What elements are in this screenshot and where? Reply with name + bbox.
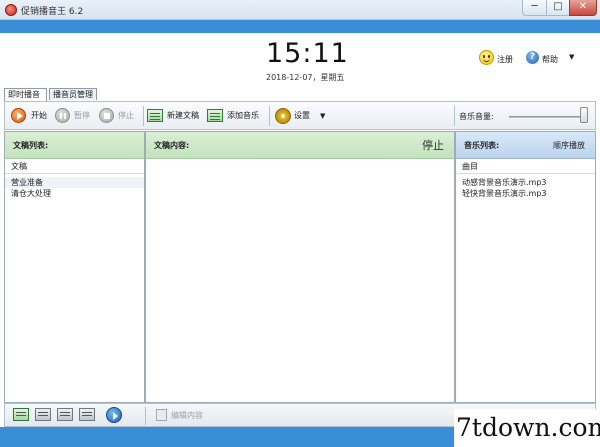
music-list-item[interactable]: 动感背景音乐演示.mp3 (456, 177, 595, 188)
add-music-label: 添加音乐 (227, 111, 259, 120)
doc-content-title: 文稿内容: (154, 141, 190, 150)
doc-list-item[interactable]: 营业准备 (5, 177, 144, 188)
doc-content-panel: 文稿内容: 停止 (145, 131, 455, 403)
clock-time: 15:11 (266, 38, 349, 69)
bottom-divider (145, 407, 146, 425)
add-music-icon (207, 109, 223, 122)
tab-live-broadcast[interactable]: 即时播音 (4, 88, 47, 101)
help-button[interactable]: 帮助 (542, 54, 558, 65)
music-column-header[interactable]: 曲目 (456, 160, 595, 174)
window-title: 促销播音王 6.2 (21, 7, 84, 17)
doc-list-panel: 文稿列表: 文稿 营业准备 清仓大处理 (4, 131, 145, 403)
settings-label: 设置 (294, 111, 310, 120)
stop-label: 停止 (118, 111, 134, 120)
help-icon[interactable]: ? (526, 51, 539, 64)
stop-icon (99, 108, 114, 123)
top-accent-bar (0, 20, 600, 33)
play-mode-selector[interactable]: 顺序播放 (553, 132, 585, 159)
header: 15:11 2018-12-07，星期五 注册 ? 帮助 ▼ (4, 33, 596, 88)
new-doc-button[interactable]: 新建文稿 (147, 108, 207, 124)
minimize-button[interactable]: ─ (522, 0, 547, 16)
toolbar: 开始 暂停 停止 新建文稿 添加音乐 设置 ▼ 音乐音量: (4, 101, 596, 130)
close-button[interactable]: ✕ (569, 0, 597, 16)
delete-doc-icon[interactable] (57, 408, 73, 421)
volume-slider-thumb[interactable] (580, 107, 588, 123)
register-button[interactable]: 注册 (497, 54, 513, 65)
doc-content-header: 文稿内容: 停止 (146, 132, 454, 159)
settings-gear-icon (275, 108, 291, 124)
edit-content-button[interactable]: 编辑内容 (171, 410, 203, 421)
maximize-button[interactable]: □ (546, 0, 570, 16)
doc-list-header: 文稿列表: (5, 132, 144, 159)
settings-dropdown-icon: ▼ (320, 112, 326, 120)
edit-doc-icon[interactable] (35, 408, 51, 421)
new-doc-label: 新建文稿 (167, 111, 199, 120)
pause-icon (55, 108, 70, 123)
add-doc-icon[interactable] (13, 408, 29, 421)
play-icon (11, 108, 26, 123)
pause-label: 暂停 (74, 111, 90, 120)
smiley-icon[interactable] (479, 50, 494, 65)
volume-label: 音乐音量: (459, 112, 494, 121)
preview-play-icon[interactable] (106, 407, 122, 423)
play-button[interactable]: 开始 (11, 108, 51, 124)
music-list-title: 音乐列表: (464, 141, 500, 150)
pause-button[interactable]: 暂停 (55, 108, 95, 124)
tab-announcer-management[interactable]: 播音员管理 (49, 88, 97, 100)
toolbar-separator (454, 106, 455, 126)
app-icon (5, 4, 17, 16)
watermark-text: 7tdown.com (454, 409, 600, 447)
doc-column-header[interactable]: 文稿 (5, 160, 144, 174)
add-music-button[interactable]: 添加音乐 (207, 108, 265, 124)
help-dropdown-icon[interactable]: ▼ (569, 53, 574, 61)
toolbar-separator (143, 106, 144, 126)
stop-button[interactable]: 停止 (99, 108, 139, 124)
new-doc-icon (147, 109, 163, 122)
music-list-header: 音乐列表: 顺序播放 (456, 132, 595, 159)
doc-properties-icon[interactable] (79, 408, 95, 421)
doc-list-title: 文稿列表: (13, 141, 49, 150)
playback-status: 停止 (422, 139, 444, 152)
toolbar-separator (269, 106, 270, 126)
volume-slider-track[interactable] (509, 116, 587, 118)
play-label: 开始 (31, 111, 47, 120)
settings-button[interactable]: 设置 ▼ (275, 108, 333, 124)
music-list-item[interactable]: 轻快背景音乐演示.mp3 (456, 188, 595, 199)
title-bar: 促销播音王 6.2 ─ □ ✕ (0, 0, 600, 20)
doc-list-item[interactable]: 清仓大处理 (5, 188, 144, 199)
music-list-panel: 音乐列表: 顺序播放 曲目 动感背景音乐演示.mp3 轻快背景音乐演示.mp3 (455, 131, 596, 403)
clock-date: 2018-12-07，星期五 (266, 73, 345, 82)
edit-content-icon (156, 409, 167, 421)
